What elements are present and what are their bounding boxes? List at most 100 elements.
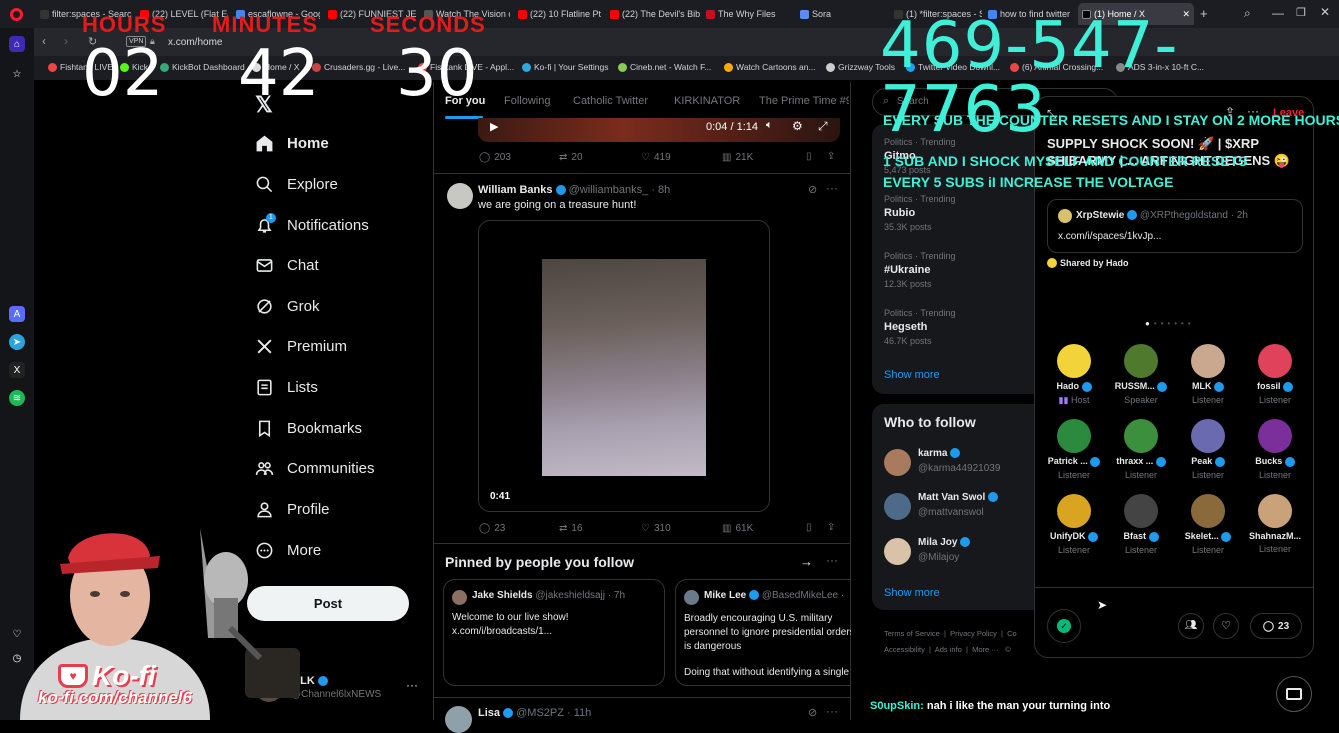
follow-suggestion[interactable]: Matt Van Swol @mattvanswol: [884, 491, 1034, 523]
video-player[interactable]: [478, 118, 840, 142]
share-button[interactable]: ⇪: [827, 151, 835, 162]
sidebar-item-communities[interactable]: Communities: [255, 459, 375, 478]
carousel-dots[interactable]: ●••••••: [1145, 319, 1195, 328]
participant[interactable]: Hado ▮▮ Host: [1043, 344, 1105, 406]
fullscreen-icon[interactable]: ⤢: [818, 119, 828, 134]
bookmark-item[interactable]: KickBot Dashboard: [160, 62, 245, 72]
participant[interactable]: Peak Listener: [1177, 419, 1239, 480]
footer-link[interactable]: Ads info: [935, 645, 962, 654]
messages-drawer-button[interactable]: [1276, 676, 1312, 712]
card-link[interactable]: x.com/i/broadcasts/1...: [452, 626, 552, 637]
bookmark-item[interactable]: Crusaders.gg - Live...: [312, 62, 405, 72]
follow-suggestion[interactable]: Mila Joy @Milajoy: [884, 536, 1034, 568]
more-horizontal-icon[interactable]: ···: [406, 678, 418, 692]
participant[interactable]: UnifyDK Listener: [1043, 494, 1105, 555]
grok-icon[interactable]: ⊘: [808, 183, 817, 196]
tab-catholic-twitter[interactable]: Catholic Twitter: [573, 95, 648, 107]
bookmark-item[interactable]: Cineb.net - Watch F...: [618, 62, 711, 72]
reply-button[interactable]: ◯ 23: [479, 523, 505, 534]
browser-tab[interactable]: (22) 10 Flatline Pt 2: [514, 3, 604, 25]
participant[interactable]: RUSSM... Speaker: [1110, 344, 1172, 405]
sidebar-item-premium[interactable]: Premium: [255, 337, 347, 356]
participant[interactable]: Skelet... Listener: [1177, 494, 1239, 555]
author-handle[interactable]: @williambanks_: [569, 184, 649, 196]
grok-icon[interactable]: ⊘: [808, 706, 817, 719]
footer-link[interactable]: Co: [1007, 629, 1017, 638]
footer-link[interactable]: More ···: [972, 645, 999, 654]
star-icon[interactable]: ☆: [9, 66, 25, 82]
footer-link[interactable]: Accessibility: [884, 645, 925, 654]
repost-button[interactable]: ⇄ 20: [559, 152, 583, 163]
participant[interactable]: Bucks Listener: [1244, 419, 1306, 480]
browser-tab[interactable]: The Why Files: [702, 3, 792, 25]
avatar[interactable]: [447, 183, 473, 209]
bookmark-item[interactable]: Ko-fi | Your Settings: [522, 62, 609, 72]
bookmark-button[interactable]: ▯: [806, 151, 812, 162]
sidebar-item-grok[interactable]: Grok: [255, 297, 320, 316]
views-button[interactable]: ▥ 21K: [722, 152, 753, 163]
pinned-card[interactable]: Jake Shields @jakeshieldsajj · 7h Welcom…: [443, 579, 665, 686]
bookmark-item[interactable]: Watch Cartoons an...: [724, 62, 816, 72]
tab-prime-time[interactable]: The Prime Time #9: [759, 95, 849, 107]
footer-link[interactable]: Privacy Policy: [950, 629, 997, 638]
sidebar-item-chat[interactable]: Chat: [255, 256, 319, 275]
reply-button[interactable]: ◯ 203: [479, 152, 511, 163]
more-horizontal-icon[interactable]: ···: [826, 553, 838, 567]
video-frame[interactable]: [542, 259, 706, 476]
footer-link[interactable]: Terms of Service: [884, 629, 940, 638]
sidebar-item-home[interactable]: Home: [255, 134, 329, 153]
share-button[interactable]: ⇪: [827, 522, 835, 533]
browser-tab[interactable]: Sora: [796, 3, 886, 25]
arrow-right-icon[interactable]: →: [800, 554, 813, 569]
participant[interactable]: thraxx ... Listener: [1110, 419, 1172, 480]
mute-icon[interactable]: 🔈︎: [766, 119, 773, 132]
author-name[interactable]: Lisa: [478, 707, 500, 719]
tab-following[interactable]: Following: [504, 95, 550, 107]
author-handle[interactable]: @MS2PZ: [516, 707, 564, 719]
back-icon[interactable]: ‹: [42, 34, 46, 48]
like-button[interactable]: ♡ 419: [641, 152, 671, 163]
opera-logo-icon[interactable]: [10, 8, 23, 21]
mic-status-button[interactable]: ✓: [1047, 609, 1081, 643]
trend-item[interactable]: Politics · Trending Rubio 35.3K posts: [884, 194, 956, 232]
views-button[interactable]: ▥ 61K: [722, 523, 753, 534]
trend-item[interactable]: Politics · Trending #Ukraine 12.3K posts: [884, 251, 956, 289]
participant[interactable]: ShahnazM... Listener: [1244, 494, 1306, 554]
play-icon[interactable]: ▶: [490, 120, 498, 133]
more-horizontal-icon[interactable]: ···: [826, 704, 838, 718]
trend-item[interactable]: Politics · Trending Hegseth 46.7K posts: [884, 308, 956, 346]
aria-icon[interactable]: A: [9, 306, 25, 322]
browser-tab[interactable]: (22) The Devil's Bible: [606, 3, 700, 25]
shared-post-card[interactable]: XrpStewie @XRPthegoldstand · 2h x.com/i/…: [1047, 199, 1303, 253]
participant[interactable]: fossil Listener: [1244, 344, 1306, 405]
sidebar-item-explore[interactable]: Explore: [255, 175, 338, 194]
show-more-link[interactable]: Show more: [884, 369, 940, 381]
comments-button[interactable]: ◯ 23: [1250, 613, 1302, 639]
repost-button[interactable]: ⇄ 16: [559, 523, 583, 534]
forward-icon[interactable]: ›: [64, 34, 68, 48]
x-app-icon[interactable]: X: [9, 362, 25, 378]
url-field[interactable]: x.com/home: [168, 37, 222, 48]
post-time[interactable]: · 8h: [651, 184, 670, 196]
people-icon[interactable]: 👥︎: [1178, 613, 1204, 639]
reaction-heart-icon[interactable]: ♡: [1213, 613, 1239, 639]
settings-gear-icon[interactable]: ⚙: [792, 119, 803, 133]
participant[interactable]: MLK Listener: [1177, 344, 1239, 405]
spotify-icon[interactable]: ≋: [9, 390, 25, 406]
show-more-link[interactable]: Show more: [884, 587, 940, 599]
participant[interactable]: Patrick ... Listener: [1043, 419, 1105, 480]
like-button[interactable]: ♡ 310: [641, 523, 671, 534]
more-horizontal-icon[interactable]: ···: [826, 181, 838, 195]
follow-suggestion[interactable]: karma @karma44921039: [884, 447, 1034, 479]
post-time[interactable]: · 11h: [567, 707, 591, 719]
sidebar-item-profile[interactable]: Profile: [255, 500, 330, 519]
participant[interactable]: Bfast Listener: [1110, 494, 1172, 555]
sidebar-item-lists[interactable]: Lists: [255, 378, 318, 397]
bookmark-button[interactable]: ▯: [806, 522, 812, 533]
telegram-icon[interactable]: ➤: [9, 334, 25, 350]
sidebar-item-bookmarks[interactable]: Bookmarks: [255, 419, 362, 438]
pinned-card[interactable]: Mike Lee @BasedMikeLee · Broadly encoura…: [675, 579, 851, 686]
author-name[interactable]: William Banks: [478, 184, 552, 196]
tab-kirkinator[interactable]: KIRKINATOR: [674, 95, 740, 107]
shared-post-link[interactable]: x.com/i/spaces/1kvJp...: [1058, 231, 1161, 242]
